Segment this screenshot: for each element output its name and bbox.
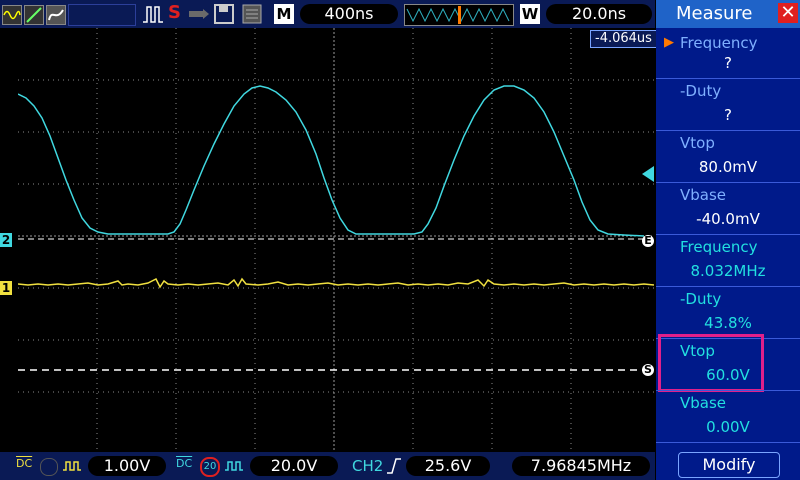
measure-item-2-value: ? [724,106,732,124]
cursor-icon[interactable] [24,5,44,25]
separator [656,442,800,443]
persist-icon[interactable] [46,5,66,25]
measure-item-1-value: ? [724,54,732,72]
usb-icon [188,6,210,22]
measure-item-7-value: 60.0V [706,366,750,384]
measure-item-3-value: 80.0mV [698,158,758,176]
ch1-marker[interactable]: 1 [0,281,12,295]
ch1-bw-icon [40,458,58,476]
measure-item-8-label[interactable]: Vbase [656,390,800,416]
ch1-coupling-icon: DC [16,457,33,470]
measure-panel: Measure ✕ ▶ Frequency ? -Duty ? Vtop 80.… [656,0,800,480]
bottom-status-bar: DC 1.00V DC 20 20.0V CH2 25.6V 7.96845MH… [0,452,655,480]
wave-icon[interactable] [2,5,22,25]
measure-item-7-label[interactable]: Vtop [656,338,800,364]
rising-edge-icon [386,457,402,475]
ch2-coupling-icon: DC [176,457,193,470]
panel-header: Measure ✕ [656,0,800,28]
print-icon [242,4,262,24]
window-badge: W [520,4,540,24]
s-marker: S [642,364,654,376]
trigger-mode-glyph: S [168,2,181,23]
timebase-badge: M [274,4,294,24]
measure-item-8-value: 0.00V [706,418,750,436]
measure-item-6-value: 43.8% [704,314,752,332]
ch2-volts[interactable]: 20.0V [250,456,338,476]
e-marker: E [642,235,654,247]
ch2-bw-icon: 20 [200,457,220,477]
trigger-source: CH2 [352,457,384,475]
empty-slot [68,4,136,26]
window-value[interactable]: 20.0ns [546,4,652,24]
waveform-display[interactable]: -4.064us E S [18,28,657,450]
measure-item-2-label[interactable]: -Duty [656,78,800,104]
offset-readout: -4.064us [590,30,657,48]
measure-item-4-label[interactable]: Vbase [656,182,800,208]
panel-title: Measure [676,3,753,24]
memory-depth-bar[interactable] [404,4,514,26]
trigger-level[interactable]: 25.6V [406,456,490,476]
save-icon [214,4,234,24]
measure-item-6-label[interactable]: -Duty [656,286,800,312]
pulse-icon [142,4,164,24]
ch2-marker[interactable]: 2 [0,233,12,247]
timebase-value[interactable]: 400ns [300,4,398,24]
close-icon[interactable]: ✕ [778,3,798,23]
modify-button[interactable]: Modify [678,452,780,478]
ch1-trace [18,277,654,289]
channel-icons-group [2,4,136,26]
measure-item-3-label[interactable]: Vtop [656,130,800,156]
measure-item-4-value: -40.0mV [696,210,760,228]
ch2-trace [18,85,645,237]
ch2-trigger-arrow [642,166,654,182]
measure-item-5-value: 8.032MHz [690,262,766,280]
top-status-bar: S M 400ns W 20.0ns [0,0,655,28]
measure-item-5-label[interactable]: Frequency [656,234,800,260]
ch1-invert-icon [62,458,82,474]
ch1-volts[interactable]: 1.00V [88,456,166,476]
frequency-counter: 7.96845MHz [512,456,650,476]
ch2-invert-icon [224,458,244,474]
